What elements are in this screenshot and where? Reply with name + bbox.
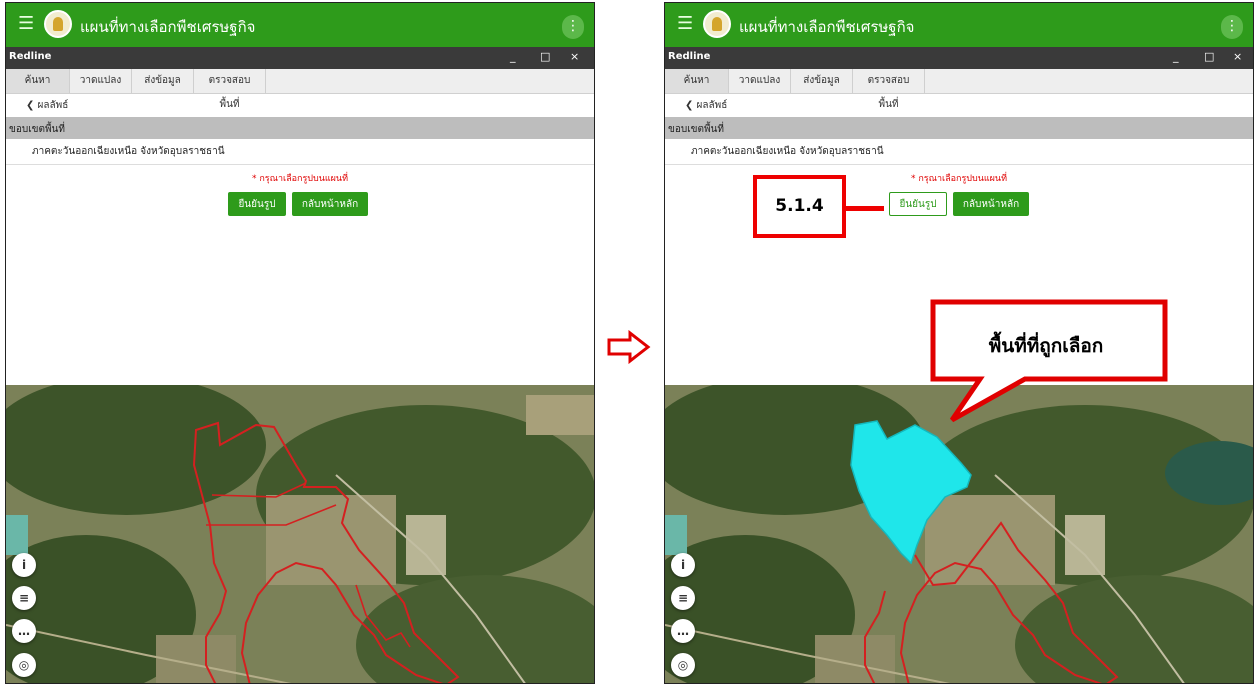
section-label: ขอบเขตพื้นที่: [9, 124, 65, 135]
tab-check-area[interactable]: ตรวจสอบพื้นที่: [853, 69, 925, 110]
tab-bar: ค้นหา วาดแปลง ส่งข้อมูล ตรวจสอบพื้นที่: [6, 69, 594, 110]
hamburger-icon[interactable]: ☰: [677, 15, 693, 33]
section-header: ขอบเขตพื้นที่: [6, 117, 594, 139]
back-home-button[interactable]: กลับหน้าหลัก: [953, 192, 1029, 216]
map-canvas[interactable]: [665, 385, 1253, 684]
maximize-button[interactable]: □: [1204, 50, 1214, 63]
window-title: Redline: [9, 51, 52, 62]
kebab-menu-icon[interactable]: ⋮: [1221, 15, 1243, 39]
hamburger-icon[interactable]: ☰: [18, 15, 34, 33]
app-screen-after: ☰ แผนที่ทางเลือกพืชเศรษฐกิจ ⋮ Redline _ …: [664, 2, 1254, 684]
minimize-button[interactable]: _: [510, 50, 516, 63]
maximize-button[interactable]: □: [540, 50, 550, 63]
right-arrow-icon: [607, 330, 651, 364]
close-button[interactable]: ×: [570, 50, 579, 63]
step-label-box: 5.1.4: [753, 175, 846, 238]
info-icon[interactable]: i: [671, 553, 695, 577]
tab-draw[interactable]: วาดแปลง: [729, 69, 791, 93]
step-connector-line: [846, 206, 884, 211]
satellite-map[interactable]: i ≡ … ◎: [6, 385, 594, 684]
confirm-shape-button[interactable]: ยืนยันรูป: [228, 192, 286, 216]
satellite-map[interactable]: i ≡ … ◎: [665, 385, 1253, 684]
window-titlebar: Redline _ □ ×: [665, 47, 1253, 69]
back-home-button[interactable]: กลับหน้าหลัก: [292, 192, 368, 216]
window-titlebar: Redline _ □ ×: [6, 47, 594, 69]
app-logo: [44, 10, 72, 38]
tab-draw[interactable]: วาดแปลง: [70, 69, 132, 93]
section-label: ขอบเขตพื้นที่: [668, 124, 724, 135]
tab-bar: ค้นหา วาดแปลง ส่งข้อมูล ตรวจสอบพื้นที่: [665, 69, 1253, 110]
info-icon[interactable]: i: [12, 553, 36, 577]
selected-area-label: พื้นที่ที่ถูกเลือก: [988, 335, 1104, 357]
region-text: ภาคตะวันออกเฉียงเหนือ จังหวัดอุบลราชธานี: [691, 146, 884, 157]
tab-check-area[interactable]: ตรวจสอบพื้นที่: [194, 69, 266, 110]
tab-submit[interactable]: ส่งข้อมูล: [791, 69, 853, 93]
tab-submit[interactable]: ส่งข้อมูล: [132, 69, 194, 93]
tab-search[interactable]: ค้นหา: [6, 69, 70, 93]
divider: [665, 164, 1253, 165]
confirm-shape-button[interactable]: ยืนยันรูป: [889, 192, 947, 216]
app-header: ☰ แผนที่ทางเลือกพืชเศรษฐกิจ ⋮: [665, 3, 1253, 47]
back-to-results-link[interactable]: ❮ ผลลัพธ์: [685, 98, 727, 113]
results-nav: ❮ ผลลัพธ์: [665, 94, 1253, 116]
app-header: ☰ แผนที่ทางเลือกพืชเศรษฐกิจ ⋮: [6, 3, 594, 47]
minimize-button[interactable]: _: [1173, 50, 1179, 63]
close-button[interactable]: ×: [1233, 50, 1242, 63]
app-logo: [703, 10, 731, 38]
speech-bubble: [930, 299, 1168, 423]
more-options-icon[interactable]: …: [671, 619, 695, 643]
more-options-icon[interactable]: …: [12, 619, 36, 643]
locate-icon[interactable]: ◎: [671, 653, 695, 677]
app-screen-before: ☰ แผนที่ทางเลือกพืชเศรษฐกิจ ⋮ Redline _ …: [5, 2, 595, 684]
divider: [6, 164, 594, 165]
locate-icon[interactable]: ◎: [12, 653, 36, 677]
tab-search[interactable]: ค้นหา: [665, 69, 729, 93]
section-header: ขอบเขตพื้นที่: [665, 117, 1253, 139]
app-title: แผนที่ทางเลือกพืชเศรษฐกิจ: [739, 18, 915, 36]
layers-icon[interactable]: ≡: [671, 586, 695, 610]
map-canvas[interactable]: [6, 385, 594, 684]
window-title: Redline: [668, 51, 711, 62]
results-nav: ❮ ผลลัพธ์: [6, 94, 594, 116]
region-text: ภาคตะวันออกเฉียงเหนือ จังหวัดอุบลราชธานี: [32, 146, 225, 157]
kebab-menu-icon[interactable]: ⋮: [562, 15, 584, 39]
app-title: แผนที่ทางเลือกพืชเศรษฐกิจ: [80, 18, 256, 36]
layers-icon[interactable]: ≡: [12, 586, 36, 610]
back-to-results-link[interactable]: ❮ ผลลัพธ์: [26, 98, 68, 113]
warning-text: * กรุณาเลือกรูปบนแผนที่: [251, 174, 349, 184]
